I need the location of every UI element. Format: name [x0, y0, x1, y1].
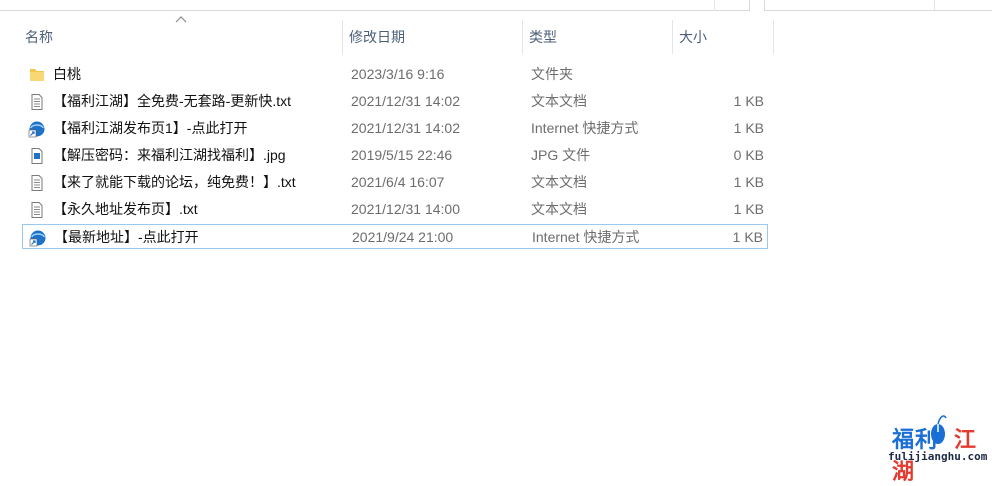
column-header: 名称 修改日期 类型 大小	[0, 20, 780, 54]
file-row[interactable]: 【最新地址】-点此打开 2021/9/24 21:00 Internet 快捷方式 1…	[22, 224, 768, 249]
internet-shortcut-icon	[28, 120, 46, 138]
file-type: Internet 快捷方式	[532, 229, 640, 245]
text-file-icon	[28, 174, 46, 192]
file-date-modified: 2023/3/16 9:16	[351, 66, 445, 82]
file-type: 文本文档	[531, 201, 587, 217]
file-date-modified: 2021/12/31 14:02	[351, 93, 460, 109]
file-row[interactable]: 【福利江湖发布页1】-点此打开 2021/12/31 14:02 Internet …	[22, 116, 768, 141]
column-header-type[interactable]: 类型	[523, 20, 673, 54]
text-file-icon	[28, 93, 46, 111]
text-file-icon	[28, 201, 46, 219]
file-size: 1 KB	[733, 120, 764, 136]
explorer-toolbar	[0, 0, 992, 12]
file-date-modified: 2021/12/31 14:02	[351, 120, 460, 136]
folder-icon	[28, 66, 46, 84]
file-name: 【福利江湖发布页1】-点此打开	[53, 120, 248, 136]
file-size: 1 KB	[733, 93, 764, 109]
file-row[interactable]: 白桃 2023/3/16 9:16 文件夹	[22, 62, 768, 87]
watermark-logo: 福利 江湖 fulijianghu.com	[888, 412, 988, 485]
file-name: 【永久地址发布页】.txt	[53, 201, 198, 217]
file-row[interactable]: 【解压密码：来福利江湖找福利】.jpg 2019/5/15 22:46 JPG 文件…	[22, 143, 768, 168]
column-header-name[interactable]: 名称	[19, 20, 343, 54]
column-header-size[interactable]: 大小	[673, 20, 774, 54]
file-type: 文件夹	[531, 66, 573, 82]
file-row[interactable]: 【福利江湖】全免费-无套路-更新快.txt 2021/12/31 14:02 文本文…	[22, 89, 768, 114]
file-size: 1 KB	[732, 229, 763, 245]
file-date-modified: 2021/6/4 16:07	[351, 174, 445, 190]
file-date-modified: 2021/12/31 14:00	[351, 201, 460, 217]
internet-shortcut-icon	[29, 229, 47, 247]
file-row[interactable]: 【来了就能下载的论坛，纯免费！】.txt 2021/6/4 16:07 文本文档 1 …	[22, 170, 768, 195]
file-name: 【来了就能下载的论坛，纯免费！】.txt	[53, 174, 296, 190]
file-size: 1 KB	[733, 174, 764, 190]
file-type: Internet 快捷方式	[531, 120, 639, 136]
file-size: 1 KB	[733, 201, 764, 217]
file-size: 0 KB	[733, 147, 764, 163]
file-name: 白桃	[53, 66, 81, 82]
file-type: JPG 文件	[531, 147, 591, 163]
file-row[interactable]: 【永久地址发布页】.txt 2021/12/31 14:00 文本文档 1 KB	[22, 197, 768, 222]
address-bar[interactable]	[0, 0, 750, 11]
search-button[interactable]	[934, 0, 992, 10]
watermark-url: fulijianghu.com	[888, 450, 988, 463]
file-type: 文本文档	[531, 93, 587, 109]
search-box[interactable]	[764, 0, 992, 11]
file-date-modified: 2019/5/15 22:46	[351, 147, 453, 163]
file-date-modified: 2021/9/24 21:00	[352, 229, 454, 245]
file-name: 【福利江湖】全免费-无套路-更新快.txt	[53, 93, 291, 109]
file-name: 【最新地址】-点此打开	[54, 229, 199, 245]
file-name: 【解压密码：来福利江湖找福利】.jpg	[53, 147, 286, 163]
file-type: 文本文档	[531, 174, 587, 190]
column-header-date[interactable]: 修改日期	[343, 20, 523, 54]
refresh-button[interactable]	[714, 0, 751, 11]
jpg-file-icon	[28, 147, 46, 165]
